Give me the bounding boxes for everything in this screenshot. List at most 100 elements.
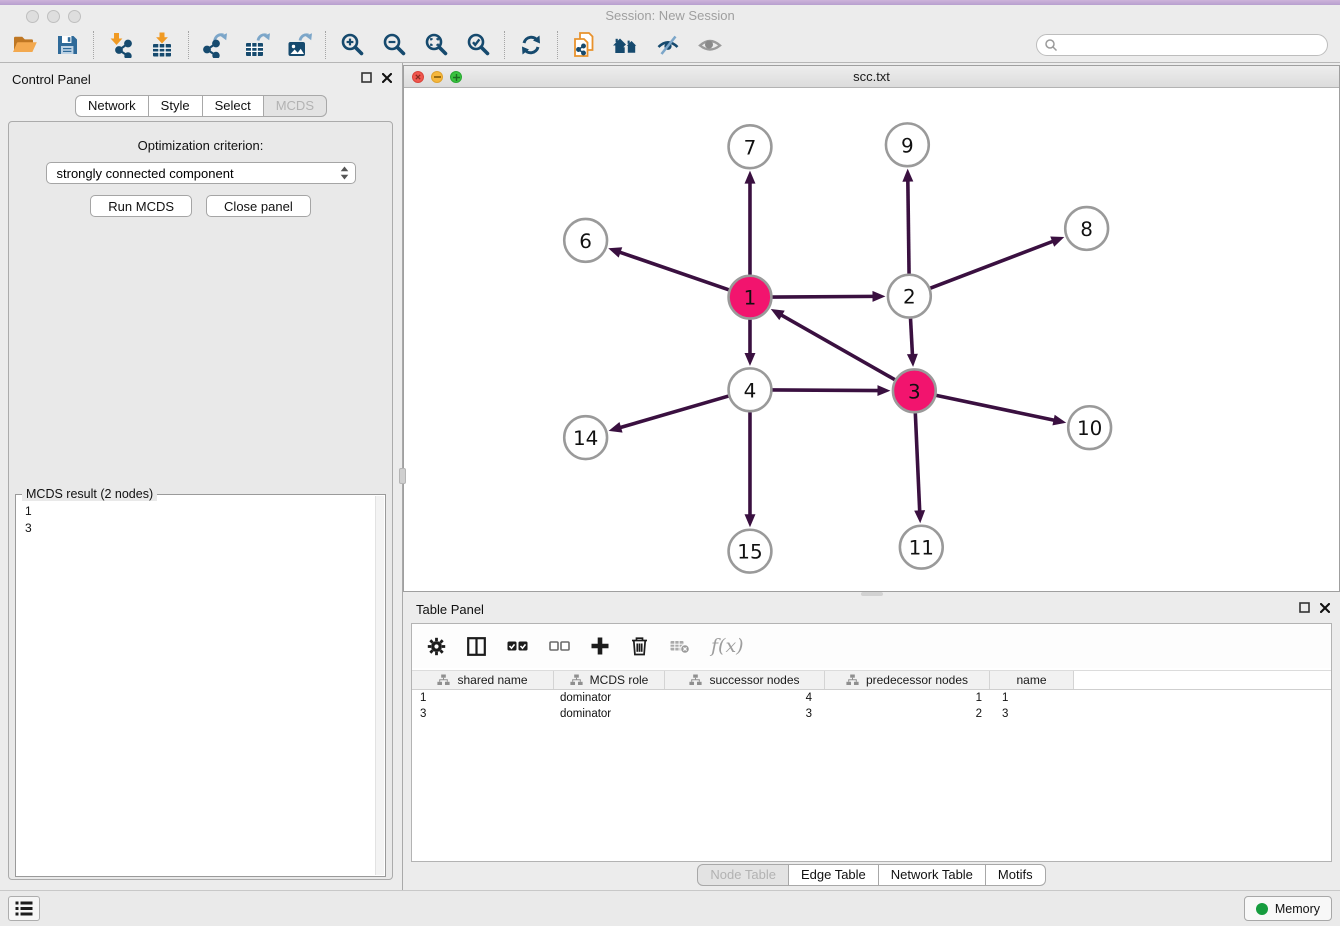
import-table-button[interactable] [141, 29, 183, 61]
gear-icon [427, 637, 446, 656]
tab-select[interactable]: Select [203, 95, 264, 117]
graph-arrowhead [877, 385, 890, 396]
network-window-title: scc.txt [404, 69, 1339, 84]
graph-edge-2-3[interactable] [911, 319, 913, 356]
graph-node-label: 10 [1077, 417, 1102, 440]
hierarchy-icon [570, 674, 583, 686]
column-label: name [1016, 673, 1046, 687]
node-table: shared name MCDS role [412, 670, 1331, 722]
tab-edge-table[interactable]: Edge Table [789, 864, 879, 886]
refresh-button[interactable] [510, 29, 552, 61]
float-panel-icon[interactable] [1299, 602, 1310, 613]
tab-style[interactable]: Style [149, 95, 203, 117]
duplicate-network-button[interactable] [563, 29, 605, 61]
zoom-out-button[interactable] [373, 29, 415, 61]
cell-name: 1 [990, 692, 1074, 704]
vertical-splitter-handle[interactable] [399, 468, 406, 484]
tab-network[interactable]: Network [75, 95, 149, 117]
zoom-selected-icon [466, 32, 491, 57]
save-icon [55, 33, 79, 57]
network-canvas[interactable]: 7968124314101511 [404, 89, 1339, 591]
zoom-out-icon [382, 32, 407, 57]
column-header-predecessor-nodes[interactable]: predecessor nodes [825, 671, 990, 689]
unchecked-boxes-icon [549, 639, 570, 653]
hierarchy-icon [437, 674, 450, 686]
column-header-successor-nodes[interactable]: successor nodes [665, 671, 825, 689]
control-panel: Control Panel Network Style Select MCDS … [0, 63, 403, 890]
eye-icon [697, 33, 723, 57]
table-row[interactable]: 1 dominator 4 1 1 [412, 690, 1331, 706]
graph-edge-1-2[interactable] [772, 296, 874, 297]
result-scrollbar[interactable] [375, 496, 384, 875]
network-window-titlebar: scc.txt [404, 66, 1339, 88]
cell-shared-name: 3 [412, 708, 554, 720]
network-graph: 7968124314101511 [404, 89, 1339, 591]
search-input[interactable] [1058, 36, 1327, 54]
list-icon [15, 900, 33, 917]
export-network-button[interactable] [194, 29, 236, 61]
graph-edge-2-8[interactable] [930, 241, 1054, 288]
graph-edge-3-1[interactable] [780, 314, 895, 379]
toggle-graphics-details-button[interactable] [647, 29, 689, 61]
mcds-panel: Optimization criterion: strongly connect… [8, 121, 393, 880]
memory-button[interactable]: Memory [1244, 896, 1332, 921]
graph-edge-3-10[interactable] [936, 395, 1055, 420]
task-history-button[interactable] [8, 896, 40, 921]
select-all-button[interactable] [507, 639, 528, 653]
graph-node-label: 8 [1080, 218, 1093, 241]
tab-network-table[interactable]: Network Table [879, 864, 986, 886]
delete-table-button[interactable] [670, 638, 690, 654]
column-browser-button[interactable] [467, 637, 486, 656]
graph-arrowhead [1052, 415, 1066, 426]
tab-node-table[interactable]: Node Table [697, 864, 789, 886]
zoom-fit-button[interactable] [415, 29, 457, 61]
export-table-button[interactable] [236, 29, 278, 61]
open-session-button[interactable] [4, 29, 46, 61]
delete-column-button[interactable] [630, 636, 649, 656]
graph-edge-2-9[interactable] [908, 180, 909, 274]
graph-arrowhead [745, 353, 756, 366]
refresh-icon [519, 33, 543, 57]
cell-successor-nodes: 4 [665, 692, 825, 704]
graph-edge-1-6[interactable] [619, 252, 729, 290]
export-table-icon [244, 32, 271, 58]
graph-node-label: 7 [744, 136, 757, 159]
deselect-all-button[interactable] [549, 639, 570, 653]
tab-motifs[interactable]: Motifs [986, 864, 1046, 886]
table-row[interactable]: 3 dominator 3 2 3 [412, 706, 1331, 722]
close-panel-button[interactable]: Close panel [206, 195, 311, 217]
add-column-button[interactable] [591, 637, 609, 655]
toolbar-separator [504, 31, 505, 59]
tab-mcds[interactable]: MCDS [264, 95, 327, 117]
export-network-icon [202, 32, 228, 58]
graph-node-label: 3 [908, 380, 921, 403]
save-session-button[interactable] [46, 29, 88, 61]
export-image-button[interactable] [278, 29, 320, 61]
close-panel-icon[interactable] [382, 73, 392, 83]
column-header-name[interactable]: name [990, 671, 1074, 689]
optimization-criterion-dropdown[interactable]: strongly connected component [46, 162, 356, 184]
function-builder-button[interactable]: f(x) [711, 635, 744, 657]
import-network-button[interactable] [99, 29, 141, 61]
birdseye-view-button[interactable] [689, 29, 731, 61]
close-panel-icon[interactable] [1320, 603, 1330, 613]
cell-successor-nodes: 3 [665, 708, 825, 720]
graph-edge-4-3[interactable] [772, 390, 879, 391]
float-panel-icon[interactable] [361, 72, 372, 83]
column-header-mcds-role[interactable]: MCDS role [554, 671, 665, 689]
duplicate-network-icon [571, 31, 597, 58]
mcds-result-box: MCDS result (2 nodes) 1 3 [15, 494, 386, 877]
search-field[interactable] [1036, 34, 1328, 56]
run-mcds-button[interactable]: Run MCDS [90, 195, 192, 217]
graph-arrowhead [608, 247, 622, 257]
zoom-selected-button[interactable] [457, 29, 499, 61]
open-ndex-button[interactable] [605, 29, 647, 61]
table-settings-button[interactable] [427, 637, 446, 656]
column-header-shared-name[interactable]: shared name [412, 671, 554, 689]
memory-status-dot [1256, 903, 1268, 915]
plus-icon [591, 637, 609, 655]
zoom-in-button[interactable] [331, 29, 373, 61]
cell-mcds-role: dominator [554, 708, 665, 720]
graph-edge-4-14[interactable] [619, 396, 728, 428]
graph-edge-3-11[interactable] [915, 413, 919, 512]
